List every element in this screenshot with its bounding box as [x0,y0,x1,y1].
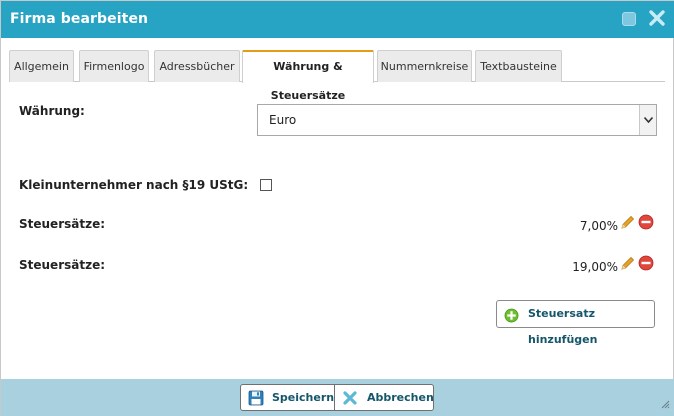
tab-textbausteine[interactable]: Textbausteine [475,50,562,82]
save-label: Speichern [272,391,335,404]
chevron-down-icon[interactable] [639,105,656,135]
tab-firmenlogo[interactable]: Firmenlogo [79,50,149,82]
tab-adressbuecher[interactable]: Adressbücher [154,50,240,82]
tab-nummernkreise[interactable]: Nummernkreise [377,50,472,82]
minus-circle-icon[interactable] [638,214,654,233]
dialog-titlebar[interactable]: Firma bearbeiten [1,1,674,38]
tax-rate-value: 7,00% [579,219,618,233]
currency-label: Währung: [19,104,85,118]
plus-circle-icon [504,307,519,333]
pencil-icon[interactable] [620,214,636,233]
add-tax-rate-button[interactable]: Steuersatz hinzufügen [496,300,655,346]
tax-rate-label: Steuersätze: [19,258,106,272]
small-business-checkbox[interactable] [260,179,272,191]
dialog-title: Firma bearbeiten [10,11,149,27]
tax-rate-label: Steuersätze: [19,217,106,231]
close-icon[interactable] [648,9,666,27]
tab-bar: Allgemein Firmenlogo Adressbücher Währun… [9,50,665,102]
small-business-label: Kleinunternehmer nach §19 UStG: [19,178,249,192]
resize-grip-icon[interactable] [661,398,670,412]
dialog-footer: Speichern Abbrechen [1,379,674,416]
tab-allgemein[interactable]: Allgemein [9,50,74,82]
save-button[interactable]: Speichern [240,384,335,411]
minus-circle-icon[interactable] [638,255,654,274]
cancel-label: Abbrechen [367,391,434,404]
maximize-icon[interactable] [622,12,636,26]
currency-select[interactable]: Euro [257,104,657,136]
tab-waehrung-steuersaetze[interactable]: Währung & Steuersätze [242,50,374,102]
tax-rate-value: 19,00% [572,260,618,274]
currency-selected-value: Euro [269,113,297,127]
add-tax-rate-label: Steuersatz hinzufügen [528,307,598,346]
pencil-icon[interactable] [620,255,636,274]
cancel-button[interactable]: Abbrechen [334,384,434,411]
x-icon [343,391,357,405]
edit-company-dialog: Firma bearbeiten Allgemein Firmenlogo Ad… [0,0,674,416]
floppy-disk-icon [248,390,264,406]
